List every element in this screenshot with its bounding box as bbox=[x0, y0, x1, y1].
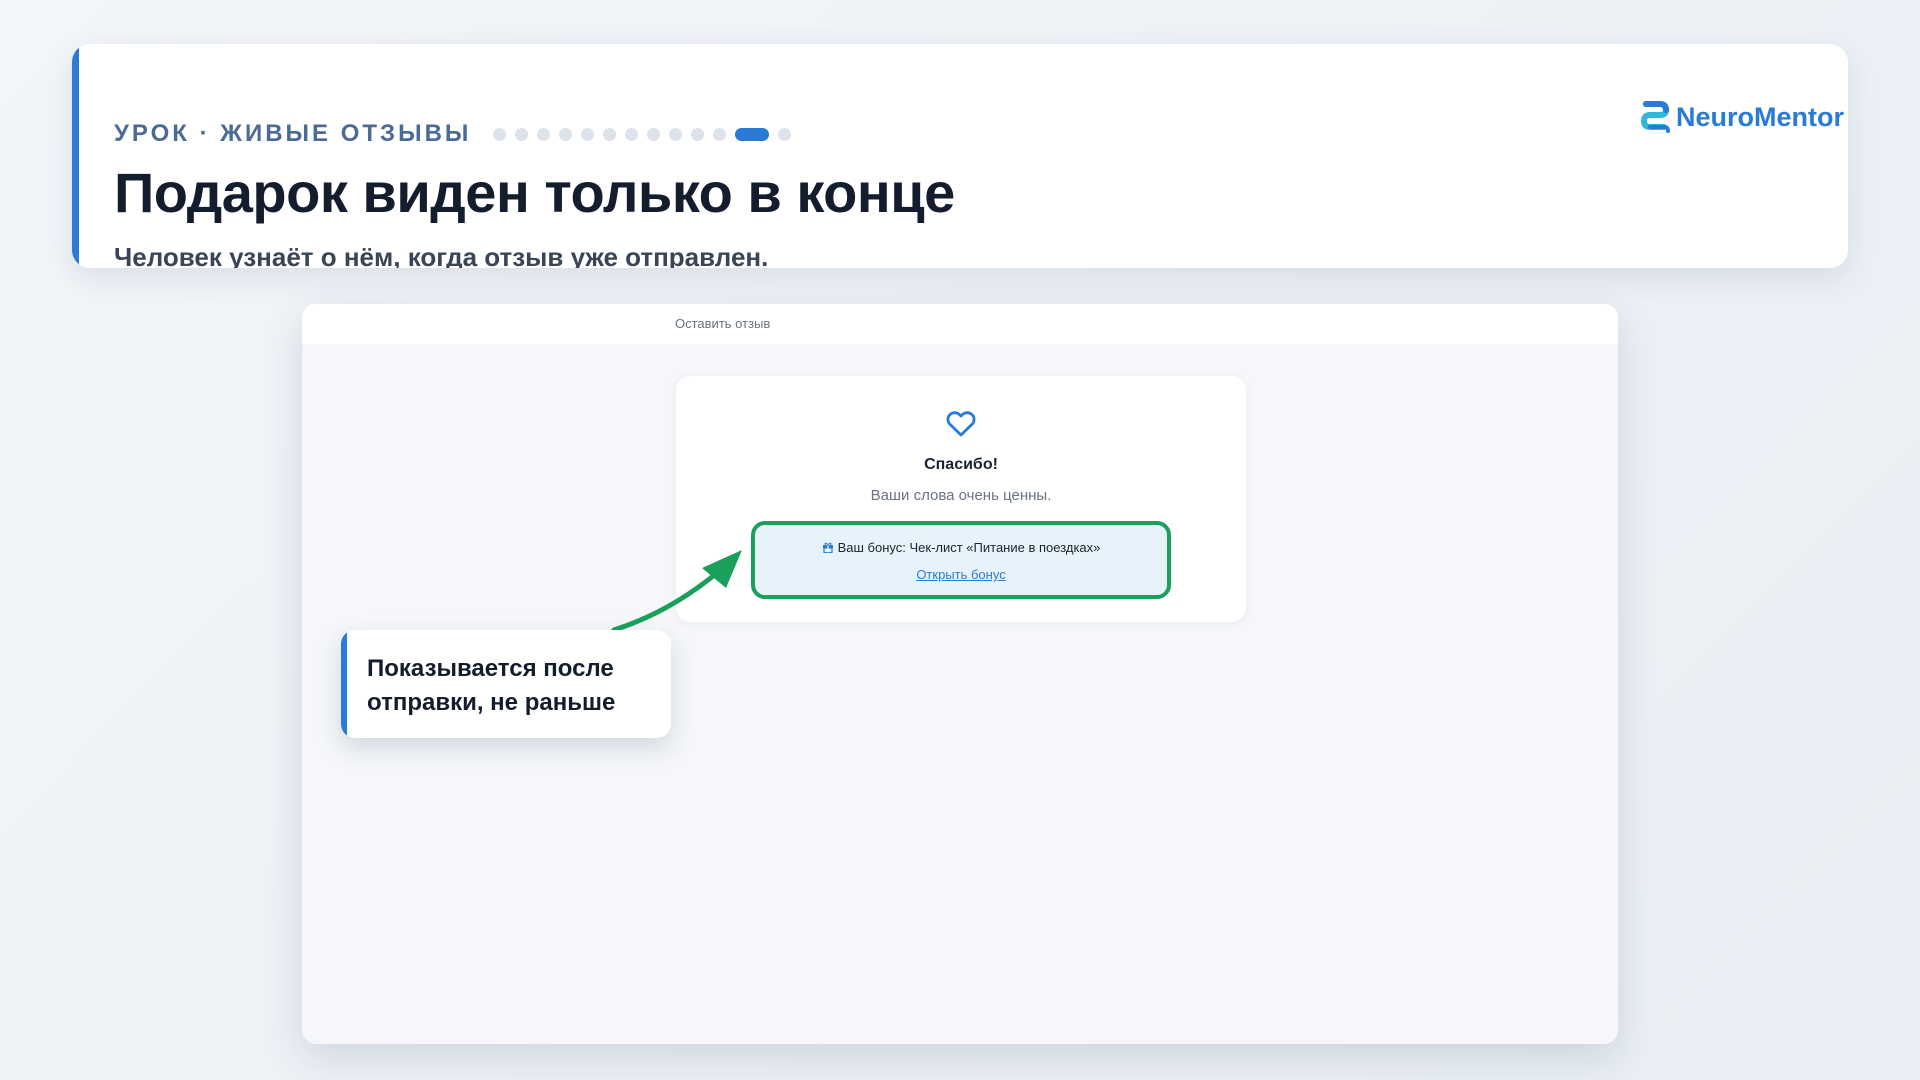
progress-dot bbox=[669, 127, 683, 141]
bonus-label: Ваш бонус: Чек-лист «Питание в поездках» bbox=[837, 540, 1101, 555]
callout-accent-bar bbox=[341, 630, 347, 738]
page-title: Подарок виден только в конце bbox=[114, 161, 955, 224]
browser-title: Оставить отзыв bbox=[675, 316, 771, 331]
thanks-text: Ваши слова очень ценны. bbox=[870, 487, 1052, 504]
bonus-box: Ваш бонус: Чек-лист «Питание в поездках»… bbox=[751, 521, 1171, 599]
progress-dot bbox=[515, 127, 529, 141]
browser-titlebar: Оставить отзыв bbox=[302, 304, 1618, 344]
eyebrow-row: УРОК · ЖИВЫЕ ОТЗЫВЫ bbox=[114, 120, 792, 148]
thanks-title: Спасибо! bbox=[924, 456, 998, 473]
progress-dot bbox=[603, 127, 617, 141]
neuromentor-logo-icon bbox=[1640, 101, 1670, 133]
progress-dots bbox=[493, 127, 792, 141]
progress-dot bbox=[493, 127, 507, 141]
callout-note: Показывается после отправки, не раньше bbox=[341, 630, 671, 738]
progress-dot bbox=[647, 127, 661, 141]
progress-dot bbox=[625, 127, 639, 141]
page-subtitle: Человек узнаёт о нём, когда отзыв уже от… bbox=[114, 242, 769, 268]
brand: NeuroMentor bbox=[1640, 100, 1844, 134]
thanks-card: Спасибо! Ваши слова очень ценны. Ваш бон… bbox=[676, 376, 1246, 622]
lesson-header: УРОК · ЖИВЫЕ ОТЗЫВЫ Подарок виден только… bbox=[72, 44, 1848, 268]
progress-dot bbox=[713, 127, 727, 141]
progress-dot bbox=[581, 127, 595, 141]
heart-icon bbox=[946, 411, 976, 437]
lesson-eyebrow: УРОК · ЖИВЫЕ ОТЗЫВЫ bbox=[114, 120, 472, 147]
bonus-line: Ваш бонус: Чек-лист «Питание в поездках» bbox=[755, 540, 1167, 555]
callout-arrow bbox=[611, 550, 742, 633]
progress-dot bbox=[691, 127, 705, 141]
progress-dot-current bbox=[735, 127, 770, 141]
progress-dot bbox=[778, 127, 792, 141]
open-bonus-link[interactable]: Открыть бонус bbox=[755, 567, 1167, 582]
gift-icon bbox=[822, 542, 833, 553]
header-accent-bar bbox=[72, 44, 79, 268]
progress-dot bbox=[537, 127, 551, 141]
progress-dot bbox=[559, 127, 573, 141]
brand-name: NeuroMentor bbox=[1676, 101, 1844, 132]
callout-text: Показывается после отправки, не раньше bbox=[367, 655, 616, 716]
